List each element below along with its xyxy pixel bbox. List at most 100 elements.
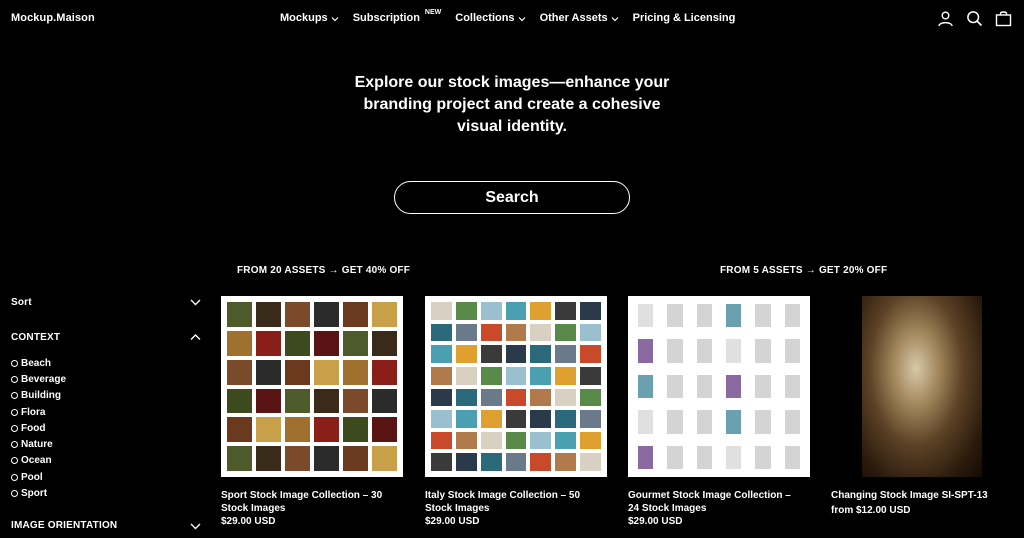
cart-icon[interactable] [995,10,1012,27]
mosaic-tile [431,453,452,471]
mosaic-tile [431,323,452,342]
mosaic-tile [480,302,502,320]
product-card[interactable]: Sport Stock Image Collection – 30 Stock I… [221,296,404,529]
filter-ocean[interactable]: Ocean [11,453,201,469]
mosaic-tile [314,446,339,471]
mosaic-tile [667,304,683,328]
search-button[interactable]: Search [394,181,630,214]
context-toggle[interactable]: CONTEXT [11,330,201,344]
promo-left: FROM 20 ASSETS → GET 40% OFF [237,265,411,276]
product-thumbnail[interactable] [628,296,810,477]
mosaic-tile [580,323,601,342]
filter-beverage[interactable]: Beverage [11,371,201,387]
mosaic-tile [227,359,252,385]
mosaic-tile [480,388,502,407]
product-card[interactable]: Italy Stock Image Collection – 50 Stock I… [425,296,608,529]
product-thumbnail[interactable] [831,296,1013,477]
mosaic-tile [343,388,368,414]
search-icon[interactable] [966,10,983,27]
chevron-down-icon [331,17,339,22]
mosaic-tile [372,446,397,471]
site-header: Mockup.Maison Mockups Subscription NEW Co… [0,0,1024,38]
thumbnail-mosaic [227,302,397,471]
mosaic-tile [285,446,310,471]
mosaic-tile [431,410,452,428]
mosaic-tile [555,431,577,450]
mosaic-tile [638,304,654,328]
mosaic-tile [505,410,527,428]
mosaic-tile [784,304,800,328]
mosaic-tile [696,339,712,363]
mosaic-tile [256,417,281,443]
product-title[interactable]: Changing Stock Image SI-SPT-13 [831,489,1014,502]
radio-icon [11,441,18,449]
mosaic-tile [555,302,577,320]
mosaic-tile [431,345,452,363]
mosaic-tile [480,323,502,342]
mosaic-tile [530,410,552,428]
mosaic-tile [431,431,452,450]
mosaic-tile [343,330,368,356]
filter-food[interactable]: Food [11,420,201,436]
mosaic-tile [455,410,477,428]
account-icon[interactable] [937,10,954,27]
mosaic-tile [784,410,800,434]
mosaic-tile [372,302,397,327]
mosaic-tile [372,417,397,443]
product-card[interactable]: Changing Stock Image SI-SPT-13 from $12.… [831,296,1014,518]
filter-beach[interactable]: Beach [11,355,201,371]
mosaic-tile [431,302,452,320]
image-orientation-toggle[interactable]: IMAGE ORIENTATION [11,519,201,533]
product-title[interactable]: Italy Stock Image Collection – 50 Stock I… [425,489,608,515]
chevron-down-icon [190,523,201,530]
new-badge: NEW [424,9,442,16]
mosaic-tile [480,366,502,385]
main-nav: Mockups Subscription NEW Collections Othe… [280,9,736,24]
nav-item-subscription[interactable]: Subscription NEW [353,9,442,24]
mosaic-tile [256,359,281,385]
mosaic-tile [505,302,527,320]
hero-heading: Explore our stock images—enhance your br… [354,74,670,135]
filter-sidebar: Sort CONTEXT Beach Beverage Building Flo… [11,295,201,533]
product-title[interactable]: Sport Stock Image Collection – 30 Stock I… [221,489,404,515]
thumbnail-mosaic [638,304,800,469]
filter-pool[interactable]: Pool [11,469,201,485]
filter-nature[interactable]: Nature [11,436,201,452]
filter-sport[interactable]: Sport [11,485,201,501]
filter-building[interactable]: Building [11,388,201,404]
mosaic-tile [580,410,601,428]
mosaic-tile [505,431,527,450]
mosaic-tile [696,304,712,328]
mosaic-tile [580,453,601,471]
mosaic-tile [755,410,771,434]
mosaic-tile [784,374,800,399]
radio-icon [11,375,18,383]
mosaic-tile [725,410,742,434]
product-photo [862,296,982,477]
mosaic-tile [755,445,771,469]
product-title[interactable]: Gourmet Stock Image Collection –24 Stock… [628,489,811,515]
mosaic-tile [455,431,477,450]
mosaic-tile [431,366,452,385]
product-thumbnail[interactable] [425,296,607,477]
nav-item-collections[interactable]: Collections [455,12,525,24]
nav-item-other-assets[interactable]: Other Assets [540,12,619,24]
mosaic-tile [725,445,742,469]
nav-item-mockups[interactable]: Mockups [280,12,339,24]
mosaic-tile [285,330,310,356]
nav-item-pricing[interactable]: Pricing & Licensing [633,12,736,24]
chevron-down-icon [611,17,619,22]
promo-right: FROM 5 ASSETS → GET 20% OFF [720,265,888,276]
mosaic-tile [530,388,552,407]
site-logo[interactable]: Mockup.Maison [11,12,95,24]
mosaic-tile [256,330,281,356]
product-thumbnail[interactable] [221,296,403,477]
radio-icon [11,473,18,481]
product-card[interactable]: Gourmet Stock Image Collection –24 Stock… [628,296,811,529]
chevron-up-icon [190,334,201,340]
mosaic-tile [256,446,281,471]
chevron-down-icon [190,299,201,306]
mosaic-tile [667,445,683,469]
filter-flora[interactable]: Flora [11,404,201,420]
sort-toggle[interactable]: Sort [11,295,201,309]
